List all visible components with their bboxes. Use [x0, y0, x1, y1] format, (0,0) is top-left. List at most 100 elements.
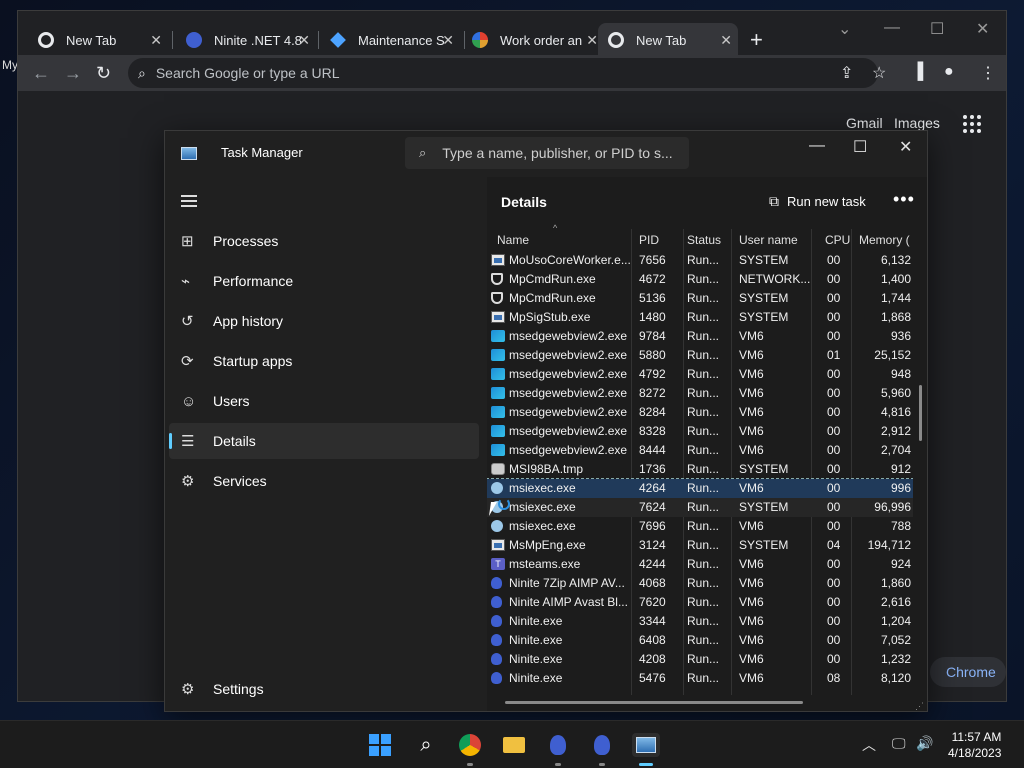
ninite-taskbar-icon[interactable]	[546, 733, 570, 757]
table-row[interactable]: MpSigStub.exe 1480 Run... SYSTEM 00 1,868	[487, 308, 913, 327]
table-row[interactable]: Ninite.exe 5476 Run... VM6 08 8,120	[487, 669, 913, 688]
table-row[interactable]: msedgewebview2.exe 5880 Run... VM6 01 25,152	[487, 346, 913, 365]
table-row[interactable]: MpCmdRun.exe 4672 Run... NETWORK... 00 1,400	[487, 270, 913, 289]
system-clock[interactable]: 11:57 AM 4/18/2023	[948, 729, 1001, 761]
volume-icon[interactable]: 🔊	[916, 735, 933, 752]
table-row[interactable]: Ninite AIMP Avast Bl... 7620 Run... VM6 00 2,…	[487, 593, 913, 612]
task-manager-taskbar-icon[interactable]	[632, 733, 660, 757]
start-button[interactable]	[368, 733, 392, 757]
table-row[interactable]: msiexec.exe 4264 Run... VM6 00 996	[487, 478, 913, 499]
process-user: SYSTEM	[739, 291, 789, 305]
close-button[interactable]: ✕	[976, 19, 989, 39]
nav-label: Startup apps	[213, 353, 293, 369]
nav-details[interactable]: ☰ Details	[169, 423, 479, 459]
search-icon[interactable]: ⌕	[414, 733, 438, 757]
tab-work-order[interactable]: Work order an ✕	[462, 23, 604, 57]
share-icon[interactable]: ⇪	[840, 63, 853, 83]
maximize-button[interactable]: ☐	[853, 137, 867, 157]
table-row[interactable]: Ninite.exe 3344 Run... VM6 00 1,204	[487, 612, 913, 631]
table-row[interactable]: MoUsoCoreWorker.e... 7656 Run... SYSTEM 00 6,…	[487, 251, 913, 270]
column-header-cpu[interactable]: CPU	[825, 233, 850, 247]
menu-icon[interactable]: ⋮	[980, 63, 996, 83]
more-options-icon[interactable]: •••	[893, 189, 915, 210]
maximize-button[interactable]: ☐	[930, 19, 944, 39]
nav-startup-apps[interactable]: ⟳ Startup apps	[169, 343, 479, 379]
process-status: Run...	[687, 443, 720, 457]
column-header-user[interactable]: User name	[739, 233, 798, 247]
tab-new-tab-1[interactable]: New Tab ✕	[28, 23, 168, 57]
resize-grip-icon[interactable]: ⋰	[915, 701, 924, 712]
nav-users[interactable]: ☺ Users	[169, 383, 479, 419]
table-row[interactable]: msiexec.exe 7696 Run... VM6 00 788	[487, 517, 913, 536]
nav-services[interactable]: ⚙ Services	[169, 463, 479, 499]
network-icon[interactable]: 🖵	[892, 735, 906, 752]
nav-processes[interactable]: ⊞ Processes	[169, 223, 479, 259]
table-row[interactable]: msedgewebview2.exe 8444 Run... VM6 00 2,704	[487, 441, 913, 460]
process-memory: 912	[890, 462, 911, 476]
minimize-button[interactable]: —	[809, 137, 825, 155]
close-icon[interactable]: ✕	[298, 32, 310, 49]
table-row[interactable]: msedgewebview2.exe 8328 Run... VM6 00 2,912	[487, 422, 913, 441]
table-row[interactable]: MsMpEng.exe 3124 Run... SYSTEM 04 194,712	[487, 536, 913, 555]
hamburger-menu-icon[interactable]	[181, 195, 197, 207]
process-memory: 788	[890, 519, 911, 533]
process-cpu: 00	[827, 500, 841, 514]
gmail-link[interactable]: Gmail	[846, 115, 883, 131]
images-link[interactable]: Images	[894, 115, 940, 131]
new-tab-button[interactable]: +	[750, 27, 763, 53]
back-icon[interactable]: ←	[32, 63, 50, 84]
column-header-memory[interactable]: Memory (	[859, 233, 910, 247]
tab-new-tab-active[interactable]: New Tab ✕	[598, 23, 738, 57]
table-row[interactable]: msedgewebview2.exe 9784 Run... VM6 00 936	[487, 327, 913, 346]
chrome-taskbar-icon[interactable]	[458, 733, 482, 757]
forward-icon[interactable]: →	[64, 63, 82, 84]
table-row[interactable]: msiexec.exe 7624 Run... SYSTEM 00 96,996	[487, 498, 913, 517]
process-user: SYSTEM	[739, 462, 789, 476]
column-header-status[interactable]: Status	[687, 233, 721, 247]
minimize-button[interactable]: —	[884, 19, 900, 37]
column-header-pid[interactable]: PID	[639, 233, 659, 247]
close-icon[interactable]: ✕	[442, 32, 454, 49]
profile-icon[interactable]: ●	[944, 63, 954, 81]
tab-maintenance[interactable]: Maintenance S ✕	[320, 23, 460, 57]
process-cpu: 00	[827, 310, 841, 324]
process-memory: 2,616	[880, 595, 911, 609]
table-row[interactable]: Ninite 7Zip AIMP AV... 4068 Run... VM6 00 1,8…	[487, 574, 913, 593]
table-row[interactable]: MSI98BA.tmp 1736 Run... SYSTEM 00 912	[487, 460, 913, 479]
vertical-scrollbar[interactable]	[919, 385, 922, 441]
tab-search-icon[interactable]: ⌄	[838, 19, 851, 39]
nav-app-history[interactable]: ↺ App history	[169, 303, 479, 339]
show-hidden-icons-chevron-icon[interactable]: ︿	[862, 735, 876, 755]
close-icon[interactable]: ✕	[586, 32, 598, 49]
table-row[interactable]: MpCmdRun.exe 5136 Run... SYSTEM 00 1,744	[487, 289, 913, 308]
run-new-task-button[interactable]: ⧉ Run new task	[769, 193, 866, 210]
reload-icon[interactable]: ↻	[96, 63, 111, 84]
process-cpu: 00	[827, 595, 841, 609]
customize-chrome-button[interactable]: Chrome	[930, 657, 1006, 687]
nav-performance[interactable]: ⌁ Performance	[169, 263, 479, 299]
table-row[interactable]: msedgewebview2.exe 4792 Run... VM6 00 948	[487, 365, 913, 384]
process-cpu: 01	[827, 348, 841, 362]
close-button[interactable]: ✕	[899, 137, 912, 157]
search-input[interactable]: ⌕ Type a name, publisher, or PID to s...	[405, 137, 689, 169]
google-apps-icon[interactable]	[963, 115, 981, 133]
ninite-taskbar-icon-2[interactable]	[590, 733, 614, 757]
horizontal-scrollbar[interactable]	[505, 701, 803, 704]
table-row[interactable]: Tmsteams.exe 4244 Run... VM6 00 924	[487, 555, 913, 574]
table-row[interactable]: Ninite.exe 4208 Run... VM6 00 1,232	[487, 650, 913, 669]
tab-ninite[interactable]: Ninite .NET 4.8 ✕	[176, 23, 316, 57]
column-header-name[interactable]: Name	[497, 233, 529, 247]
side-panel-icon[interactable]: ▐	[912, 63, 923, 81]
ninite-icon	[186, 32, 202, 48]
table-row[interactable]: Ninite.exe 6408 Run... VM6 00 7,052	[487, 631, 913, 650]
close-icon[interactable]: ✕	[150, 32, 162, 49]
omnibox[interactable]: ⌕ Search Google or type a URL	[128, 58, 878, 88]
nav-settings[interactable]: ⚙ Settings	[169, 671, 479, 707]
table-row[interactable]: msedgewebview2.exe 8284 Run... VM6 00 4,816	[487, 403, 913, 422]
bookmark-star-icon[interactable]: ☆	[872, 63, 886, 83]
process-pid: 4244	[639, 557, 666, 571]
desktop-icon-label[interactable]: My	[2, 58, 18, 72]
file-explorer-icon[interactable]	[502, 733, 526, 757]
table-row[interactable]: msedgewebview2.exe 8272 Run... VM6 00 5,960	[487, 384, 913, 403]
close-icon[interactable]: ✕	[720, 32, 732, 49]
